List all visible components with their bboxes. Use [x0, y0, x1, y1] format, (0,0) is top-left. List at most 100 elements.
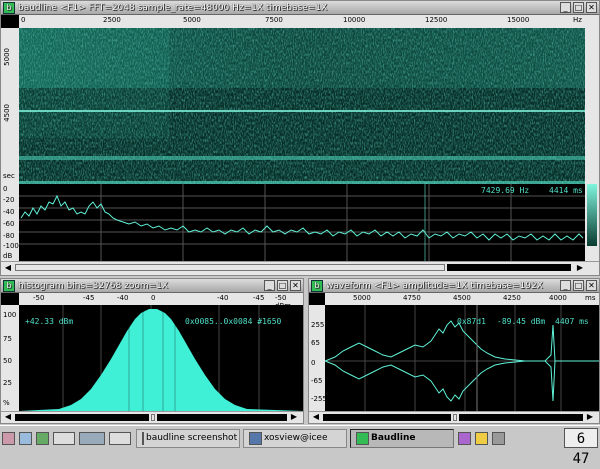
percent-tick: 50	[3, 357, 12, 365]
db-tick: -20	[3, 196, 15, 204]
minimize-button[interactable]: _	[264, 280, 275, 291]
main-window-title: baudline <F1> FFT=2048 sample_rate=48000…	[18, 2, 328, 13]
db-unit: dB	[3, 252, 13, 260]
waveform-scrollbar[interactable]: ◀ ▶	[309, 411, 599, 423]
main-horizontal-scrollbar[interactable]: ◀ ▶	[1, 261, 599, 275]
hist-tick: -45	[253, 294, 265, 302]
hist-tick: 0	[151, 294, 156, 302]
minimize-button[interactable]: _	[560, 2, 571, 13]
maximize-button[interactable]: □	[573, 2, 584, 13]
taskbar-item-label: baudline screenshot	[146, 433, 238, 443]
hist-tick: -50 dBm	[275, 294, 291, 305]
scroll-right-arrow[interactable]: ▶	[289, 412, 299, 422]
baudline-app-icon[interactable]: b	[3, 1, 15, 14]
histogram-bin-readout: 0x0085..0x0084 #1650	[185, 317, 282, 326]
spectrum-plot[interactable]	[19, 184, 585, 261]
db-tick: -80	[3, 232, 15, 240]
scroll-right-arrow[interactable]: ▶	[585, 412, 595, 422]
freq-tick: 10000	[343, 16, 366, 24]
taskbar-item-baudline[interactable]: Baudline	[350, 428, 454, 448]
db-tick: -60	[3, 220, 15, 228]
histogram-percent-ruler[interactable]: 100 75 50 25 %	[1, 305, 19, 411]
close-button[interactable]: ✕	[586, 2, 597, 13]
waveform-window-title: waveform <F1> amplitude=1X timebase=192X	[326, 280, 543, 291]
taskbar-item-label: xosview@icee	[264, 433, 328, 443]
scroll-track[interactable]	[323, 414, 451, 421]
amp-tick: 65	[311, 339, 320, 347]
freq-tick: 7500	[265, 16, 283, 24]
close-button[interactable]: ✕	[586, 280, 597, 291]
maximize-button[interactable]: □	[573, 280, 584, 291]
amp-tick: 0	[311, 359, 316, 367]
tools-icon[interactable]	[2, 431, 15, 445]
desktop-pager-2[interactable]	[79, 431, 105, 445]
spectrum-db-ruler[interactable]: 0 -20 -40 -60 -80 -100 dB	[1, 184, 19, 261]
scroll-track[interactable]	[157, 414, 287, 421]
desktop-pager-3[interactable]	[109, 431, 131, 445]
wave-tick: 4000	[549, 294, 567, 302]
db-tick: -40	[3, 208, 15, 216]
spectrogram-time-ruler[interactable]: 5000 4500 sec	[1, 28, 19, 184]
scroll-left-arrow[interactable]: ◀	[3, 412, 13, 422]
maximize-button[interactable]: □	[277, 280, 288, 291]
hist-tick: -50	[33, 294, 45, 302]
close-button[interactable]: ✕	[290, 280, 301, 291]
scroll-thumb[interactable]	[151, 414, 155, 421]
waveform-amplitude-ruler[interactable]: 255 65 0 -65 -255	[309, 305, 325, 411]
scroll-track[interactable]	[447, 264, 571, 271]
freq-tick: 0	[21, 16, 26, 24]
hist-tick: -40	[117, 294, 129, 302]
freq-tick: 5000	[183, 16, 201, 24]
main-titlebar[interactable]: b baudline <F1> FFT=2048 sample_rate=480…	[1, 1, 599, 15]
waveform-app-icon[interactable]: b	[311, 279, 323, 292]
amp-tick: -255	[311, 395, 325, 403]
db-tick: -100	[3, 242, 19, 250]
minimize-button[interactable]: _	[560, 280, 571, 291]
network-icon[interactable]	[458, 431, 471, 445]
scroll-track[interactable]	[15, 414, 149, 421]
percent-tick: 25	[3, 379, 12, 387]
scroll-track[interactable]	[459, 414, 583, 421]
histogram-level-readout: +42.33 dBm	[25, 317, 74, 326]
histogram-ruler[interactable]: -50 -45 -40 0 -40 -45 -50 dBm	[19, 293, 303, 305]
scroll-left-arrow[interactable]: ◀	[3, 263, 13, 273]
wave-unit: ms	[585, 294, 596, 302]
histogram-app-icon[interactable]: b	[3, 279, 15, 292]
scroll-thumb[interactable]	[453, 414, 457, 421]
taskbar-item-baudline-screenshot[interactable]: baudline screenshot	[136, 428, 240, 448]
scroll-left-arrow[interactable]: ◀	[311, 412, 321, 422]
home-folder-icon[interactable]	[19, 431, 32, 445]
taskbar-clock[interactable]: 6 47	[564, 428, 598, 467]
amp-tick: -65	[311, 377, 323, 385]
freq-tick: 12500	[425, 16, 448, 24]
wave-tick: 4500	[453, 294, 471, 302]
volume-icon[interactable]	[492, 431, 505, 445]
color-scale-bar[interactable]	[587, 184, 597, 246]
waveform-titlebar[interactable]: b waveform <F1> amplitude=1X timebase=19…	[309, 279, 599, 293]
freq-tick: 2500	[103, 16, 121, 24]
percent-unit: %	[3, 399, 10, 407]
scroll-right-arrow[interactable]: ▶	[575, 263, 585, 273]
mail-icon[interactable]	[475, 431, 488, 445]
freq-unit: Hz	[573, 16, 582, 24]
desktop-pager-1[interactable]	[53, 431, 75, 445]
time-unit: sec	[3, 172, 15, 180]
scroll-thumb[interactable]	[15, 264, 445, 271]
spectrogram-display[interactable]	[19, 28, 585, 184]
wave-tick: 5000	[353, 294, 371, 302]
percent-tick: 100	[3, 311, 17, 319]
waveform-time-ruler[interactable]: 5000 4750 4500 4250 4000 ms	[325, 293, 599, 305]
image-icon	[142, 431, 144, 445]
amp-tick: 255	[311, 321, 325, 329]
hist-tick: -45	[83, 294, 95, 302]
wave-tick: 4750	[403, 294, 421, 302]
taskbar-item-xosview[interactable]: xosview@icee	[243, 428, 347, 448]
terminal-icon[interactable]	[36, 431, 49, 445]
histogram-titlebar[interactable]: b histogram bins=32768 zoom=1X _ □ ✕	[1, 279, 303, 293]
frequency-ruler[interactable]: 0 2500 5000 7500 10000 12500 15000 Hz	[19, 15, 585, 28]
histogram-scrollbar[interactable]: ◀ ▶	[1, 411, 303, 423]
waveform-window: b waveform <F1> amplitude=1X timebase=19…	[308, 278, 600, 424]
cursor-frequency-readout: 7429.69 Hz	[481, 186, 530, 195]
taskbar-item-label: Baudline	[371, 433, 416, 443]
taskbar: baudline screenshot xosview@icee Baudlin…	[0, 425, 600, 467]
